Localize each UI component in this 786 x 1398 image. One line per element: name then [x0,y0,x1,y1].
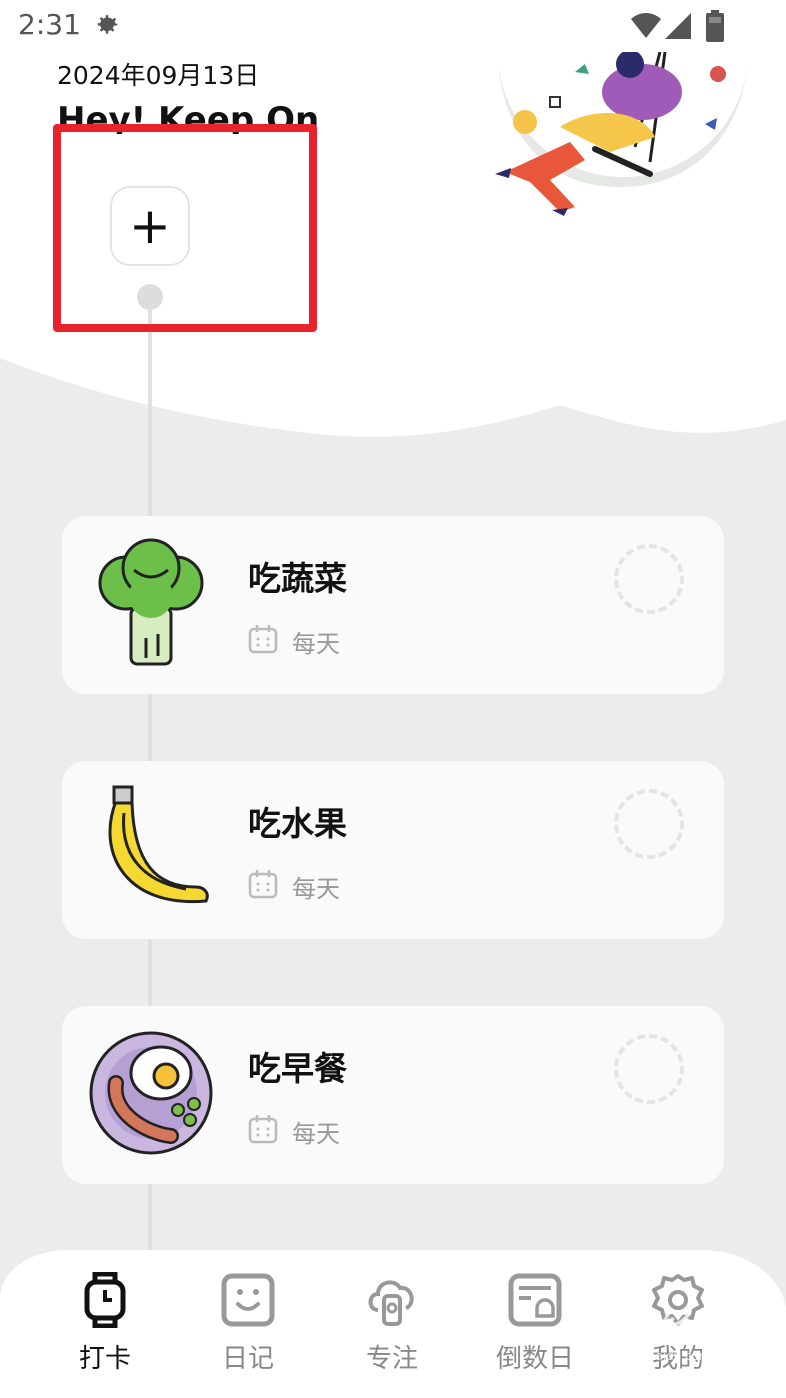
broccoli-icon [98,538,204,666]
watch-icon [84,1272,126,1328]
habit-title: 吃早餐 [248,1049,347,1088]
highlight-box [53,124,317,332]
habit-title: 吃水果 [248,804,347,843]
tab-label: 专注 [365,1344,418,1374]
swing-illustration [495,52,748,216]
breakfast-plate-icon [89,1031,213,1155]
calendar-bell-icon [508,1273,562,1327]
tab-countdown[interactable]: 倒数日 [485,1272,585,1375]
habit-card[interactable]: 吃早餐 每天 [62,1006,724,1184]
tab-label: 日记 [221,1344,274,1374]
wifi-icon [631,13,661,38]
habit-frequency: 每天 [292,875,340,903]
signal-icon [665,13,691,39]
gear-icon [97,15,119,34]
status-bar: 2:31 [0,0,786,52]
banana-icon [108,785,209,904]
tab-diary[interactable]: 日记 [198,1272,298,1375]
check-in-button[interactable] [614,1034,684,1104]
habit-frequency: 每天 [292,630,340,658]
smile-note-icon [221,1273,275,1327]
tab-focus[interactable]: 专注 [342,1272,442,1375]
battery-icon [706,10,724,42]
watermark-logo: Bai经验 [600,1308,729,1348]
current-date: 2024年09月13日 [57,61,260,90]
calendar-icon [248,870,278,899]
habit-card[interactable]: 吃水果 每天 [62,761,724,939]
check-in-button[interactable] [614,544,684,614]
tab-checkin[interactable]: 打卡 [55,1272,155,1375]
tab-label: 打卡 [78,1344,131,1374]
watermark-url: jingyan.baidu.com [600,1349,711,1363]
tab-label: 倒数日 [495,1344,574,1374]
calendar-icon [248,625,278,654]
habit-frequency: 每天 [292,1120,340,1148]
habit-title: 吃蔬菜 [248,559,347,598]
check-in-button[interactable] [614,789,684,859]
watermark: Bai经验 jingyan.baidu.com [600,1300,729,1363]
calendar-icon [248,1115,278,1144]
status-time: 2:31 [18,8,81,41]
focus-phone-icon [368,1280,414,1326]
habit-card[interactable]: 吃蔬菜 每天 [62,516,724,694]
